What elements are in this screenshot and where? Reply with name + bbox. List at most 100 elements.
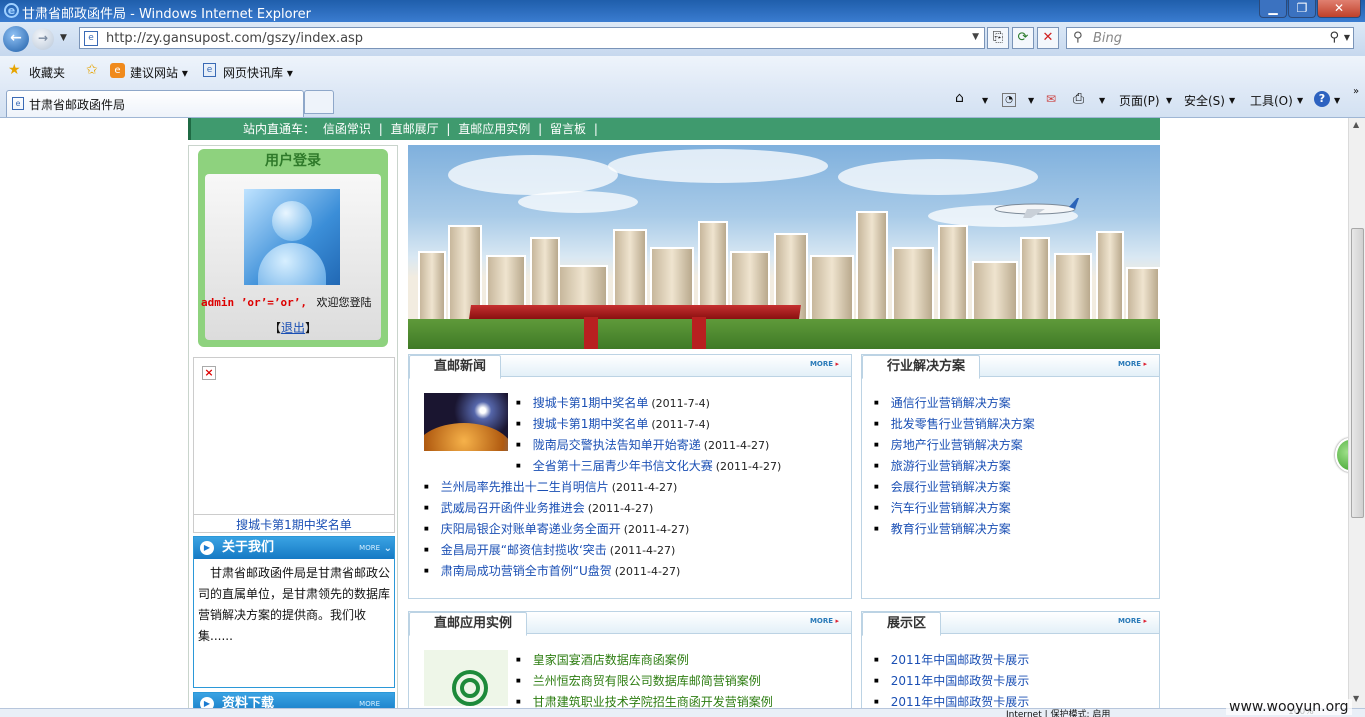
- add-favorite-icon[interactable]: ✩: [86, 62, 98, 78]
- favorites-bar: ★ 收藏夹 ✩ e 建议网站 ▾ e 网页快讯库 ▾: [0, 56, 1365, 88]
- back-button[interactable]: ←: [3, 26, 29, 52]
- ie-logo-icon: e: [4, 3, 19, 18]
- list-item: 会展行业营销解决方案: [874, 477, 1035, 498]
- about-us-text: 甘肃省邮政函件局是甘肃省邮政公司的直属单位，是甘肃领先的数据库营销解决方案的提供…: [198, 566, 391, 643]
- news-more-link[interactable]: MORE: [810, 360, 839, 368]
- news-link[interactable]: 陇南局交警执法告知单开始寄递: [533, 438, 701, 452]
- safety-menu-button[interactable]: 安全(S): [1184, 92, 1225, 109]
- solution-link[interactable]: 会展行业营销解决方案: [891, 480, 1011, 494]
- compat-view-button[interactable]: ⎘: [987, 27, 1009, 49]
- showcase-link[interactable]: 2011年中国邮政贺卡展示: [891, 695, 1030, 708]
- page-menu-dropdown-icon[interactable]: ▼: [1166, 96, 1172, 105]
- help-icon[interactable]: ?: [1314, 91, 1330, 107]
- sitenav-link-gallery[interactable]: 直邮展厅: [391, 122, 439, 136]
- about-us-box: ▶ 关于我们 MORE ⌄ 甘肃省邮政函件局是甘肃省邮政公司的直属单位，是甘肃领…: [193, 536, 395, 688]
- toolbar-overflow-icon[interactable]: »: [1353, 86, 1359, 97]
- sitenav-link-letters[interactable]: 信函常识: [323, 122, 371, 136]
- scrollbar-thumb[interactable]: [1351, 228, 1364, 518]
- case-link[interactable]: 兰州恒宏商贸有限公司数据库邮简营销案例: [533, 674, 761, 688]
- watermark: www.wooyun.org: [1226, 699, 1352, 715]
- scroll-down-icon[interactable]: ▼: [1353, 694, 1359, 703]
- news-list-bottom: 兰州局率先推出十二生肖明信片(2011-4-27) 武威局召开函件业务推进会(2…: [424, 477, 690, 582]
- news-link[interactable]: 搜城卡第1期中奖名单: [533, 396, 649, 410]
- page-icon: e: [84, 31, 98, 46]
- case-link[interactable]: 皇家国宴酒店数据库商函案例: [533, 653, 689, 667]
- news-panel: 直邮新闻 MORE 搜城卡第1期中奖名单(2011-7-4) 搜城卡第1期中奖名…: [408, 354, 852, 599]
- safety-menu-dropdown-icon[interactable]: ▼: [1229, 96, 1235, 105]
- showcase-link[interactable]: 2011年中国邮政贺卡展示: [891, 674, 1030, 688]
- vertical-scrollbar[interactable]: ▲ ▼: [1348, 118, 1365, 708]
- maximize-button[interactable]: ❐: [1288, 0, 1316, 18]
- showcase-more-link[interactable]: MORE: [1118, 617, 1147, 625]
- solution-link[interactable]: 通信行业营销解决方案: [891, 396, 1011, 410]
- tools-menu-button[interactable]: 工具(O): [1250, 92, 1293, 109]
- sitenav-separator: |: [538, 122, 543, 136]
- promo-image-box[interactable]: × 搜城卡第1期中奖名单: [193, 357, 395, 533]
- search-dropdown-icon[interactable]: ▼: [1344, 33, 1350, 42]
- logout-line: 【退出】: [205, 319, 381, 336]
- solutions-more-link[interactable]: MORE: [1118, 360, 1147, 368]
- solution-link[interactable]: 旅游行业营销解决方案: [891, 459, 1011, 473]
- canopy-pole: [692, 317, 706, 349]
- address-dropdown-icon[interactable]: ▼: [972, 32, 979, 42]
- bracket-right: 】: [305, 321, 318, 335]
- print-icon[interactable]: ⎙: [1073, 91, 1084, 107]
- sitenav-link-cases[interactable]: 直邮应用实例: [458, 122, 530, 136]
- refresh-button[interactable]: ⟳: [1012, 27, 1034, 49]
- suggested-sites-button[interactable]: 建议网站 ▾: [130, 64, 188, 81]
- promo-caption-link[interactable]: 搜城卡第1期中奖名单: [194, 514, 394, 533]
- favorites-button[interactable]: 收藏夹: [29, 64, 65, 81]
- help-dropdown-icon[interactable]: ▼: [1334, 96, 1340, 105]
- tools-menu-dropdown-icon[interactable]: ▼: [1297, 96, 1303, 105]
- news-link[interactable]: 全省第十三届青少年书信文化大赛: [533, 459, 713, 473]
- sitenav-label: 站内直通车：: [243, 122, 316, 136]
- webslice-icon: e: [203, 63, 216, 77]
- news-date: (2011-4-27): [611, 481, 678, 494]
- stop-button[interactable]: ✕: [1037, 27, 1059, 49]
- address-input[interactable]: e http://zy.gansupost.com/gszy/index.asp…: [79, 27, 985, 49]
- minimize-button[interactable]: ▁: [1259, 0, 1287, 18]
- play-icon: ▶: [200, 541, 214, 555]
- mail-icon[interactable]: ✉: [1046, 92, 1056, 106]
- solution-link[interactable]: 批发零售行业营销解决方案: [891, 417, 1035, 431]
- new-tab-button[interactable]: [304, 90, 334, 114]
- green-side-widget[interactable]: [1335, 438, 1348, 472]
- history-dropdown-icon[interactable]: ▼: [60, 33, 67, 43]
- logout-link[interactable]: 退出: [281, 321, 305, 335]
- news-link[interactable]: 庆阳局银企对账单寄递业务全面开: [441, 522, 621, 536]
- solution-link[interactable]: 房地产行业营销解决方案: [891, 438, 1023, 452]
- list-item: 汽车行业营销解决方案: [874, 498, 1035, 519]
- welcome-line: admin ’or’=’or’, 欢迎您登陆: [201, 294, 387, 310]
- search-icon[interactable]: ⚲: [1329, 30, 1339, 45]
- window-title: 甘肃省邮政函件局 - Windows Internet Explorer: [22, 7, 311, 22]
- scroll-up-icon[interactable]: ▲: [1353, 120, 1359, 129]
- news-link[interactable]: 兰州局率先推出十二生肖明信片: [441, 480, 609, 494]
- news-link[interactable]: 金昌局开展“邮资信封揽收‘突击: [441, 543, 607, 557]
- solution-link[interactable]: 教育行业营销解决方案: [891, 522, 1011, 536]
- about-more-link[interactable]: MORE: [359, 537, 380, 559]
- page-menu-button[interactable]: 页面(P): [1119, 92, 1160, 109]
- sitenav-link-guestbook[interactable]: 留言板: [550, 122, 586, 136]
- search-input[interactable]: ⚲ Bing ⚲ ▼: [1066, 27, 1354, 49]
- tab-current[interactable]: e 甘肃省邮政函件局: [6, 90, 304, 117]
- news-link[interactable]: 武威局召开函件业务推进会: [441, 501, 585, 515]
- showcase-list: 2011年中国邮政贺卡展示 2011年中国邮政贺卡展示 2011年中国邮政贺卡展…: [874, 650, 1030, 708]
- close-button[interactable]: ✕: [1317, 0, 1361, 18]
- favorites-star-icon[interactable]: ★: [8, 62, 21, 78]
- news-link[interactable]: 肃南局成功营销全市首例“U盘贺: [441, 564, 612, 578]
- print-dropdown-icon[interactable]: ▼: [1099, 96, 1105, 105]
- feeds-icon[interactable]: ◔: [1002, 93, 1016, 107]
- list-item: 2011年中国邮政贺卡展示: [874, 650, 1030, 671]
- forward-button[interactable]: →: [32, 28, 54, 50]
- home-dropdown-icon[interactable]: ▼: [982, 96, 988, 105]
- showcase-link[interactable]: 2011年中国邮政贺卡展示: [891, 653, 1030, 667]
- feeds-dropdown-icon[interactable]: ▼: [1028, 96, 1034, 105]
- webslice-gallery-button[interactable]: 网页快讯库 ▾: [223, 64, 293, 81]
- downloads-more-link[interactable]: MORE: [359, 693, 380, 708]
- cases-more-link[interactable]: MORE: [810, 617, 839, 625]
- list-item: 搜城卡第1期中奖名单(2011-7-4): [516, 393, 781, 414]
- home-icon[interactable]: ⌂: [955, 90, 964, 106]
- news-link[interactable]: 搜城卡第1期中奖名单: [533, 417, 649, 431]
- solution-link[interactable]: 汽车行业营销解决方案: [891, 501, 1011, 515]
- case-link[interactable]: 甘肃建筑职业技术学院招生商函开发营销案例: [533, 695, 773, 708]
